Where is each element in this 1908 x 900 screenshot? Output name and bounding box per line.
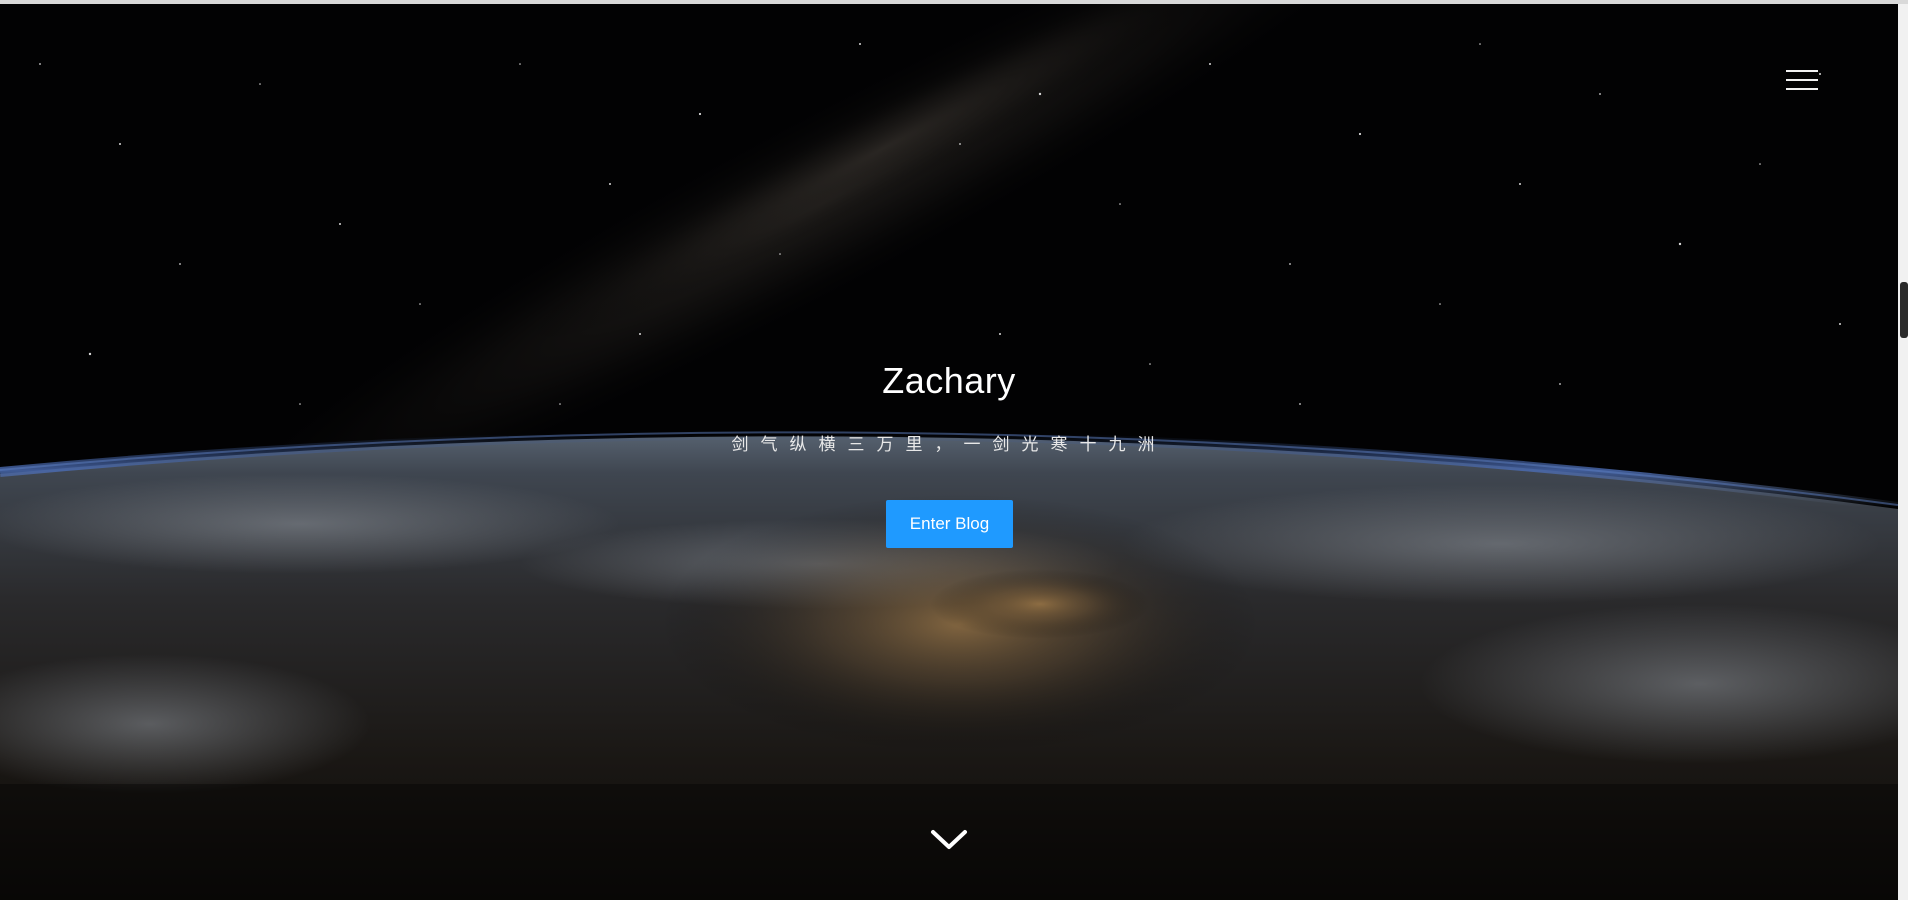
- hero-section: Zachary 剑气纵横三万里，一剑光寒十九洲 Enter Blog: [0, 4, 1898, 900]
- scroll-down-button[interactable]: [929, 828, 969, 852]
- page-title: Zachary: [882, 360, 1016, 401]
- enter-blog-button[interactable]: Enter Blog: [886, 500, 1013, 548]
- menu-button[interactable]: [1782, 66, 1822, 94]
- page-subtitle: 剑气纵横三万里，一剑光寒十九洲: [731, 435, 1167, 455]
- page: Zachary 剑气纵横三万里，一剑光寒十九洲 Enter Blog: [0, 0, 1908, 900]
- browser-top-edge: [0, 0, 1908, 4]
- scrollbar-thumb[interactable]: [1900, 282, 1908, 338]
- chevron-down-icon: [931, 830, 967, 849]
- vertical-scrollbar[interactable]: [1898, 4, 1908, 900]
